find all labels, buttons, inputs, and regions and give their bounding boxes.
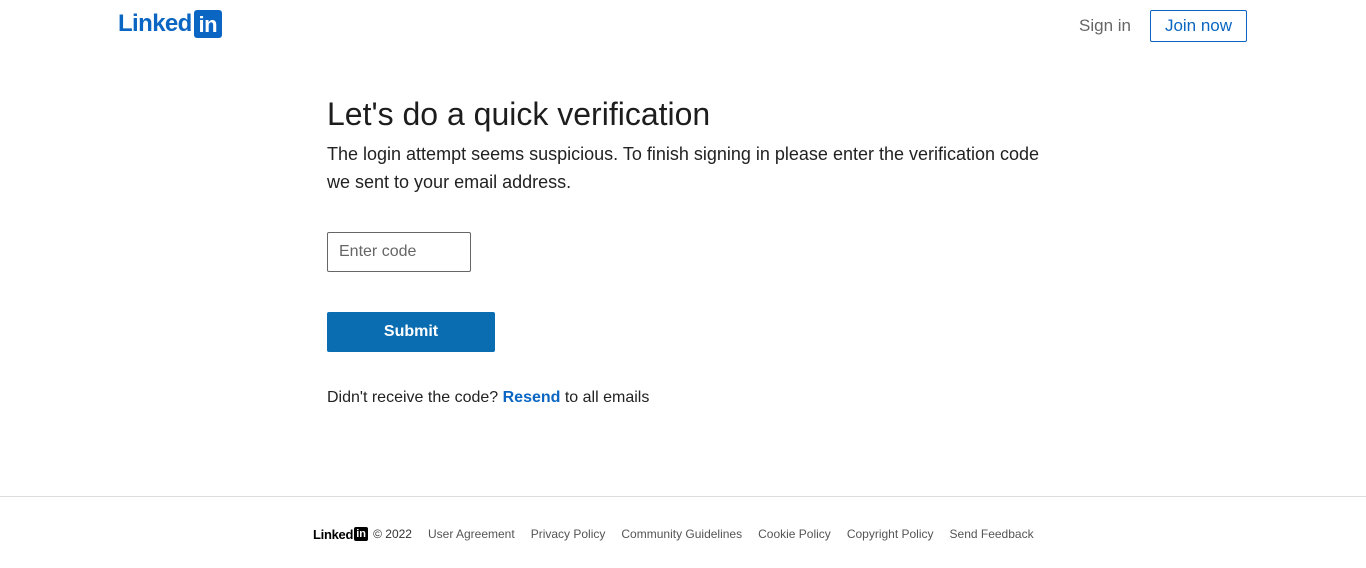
footer: Linked in © 2022 User Agreement Privacy … bbox=[313, 524, 1034, 544]
verification-page: Linked in Sign in Join now Let's do a qu… bbox=[0, 0, 1366, 568]
footer-logo-wordmark: Linked bbox=[313, 526, 354, 542]
join-now-button[interactable]: Join now bbox=[1150, 10, 1247, 42]
footer-link-privacy-policy[interactable]: Privacy Policy bbox=[531, 527, 606, 541]
logo-wordmark: Linked bbox=[118, 10, 192, 37]
footer-link-send-feedback[interactable]: Send Feedback bbox=[950, 527, 1034, 541]
footer-divider bbox=[0, 496, 1366, 497]
verification-code-input[interactable] bbox=[327, 232, 471, 272]
submit-button[interactable]: Submit bbox=[327, 312, 495, 352]
linkedin-logo[interactable]: Linked in bbox=[118, 10, 222, 38]
footer-link-copyright-policy[interactable]: Copyright Policy bbox=[847, 527, 934, 541]
resend-prefix: Didn't receive the code? bbox=[327, 389, 499, 406]
footer-link-user-agreement[interactable]: User Agreement bbox=[428, 527, 515, 541]
logo-in-box: in bbox=[193, 10, 222, 38]
verification-description: The login attempt seems suspicious. To f… bbox=[327, 144, 1040, 192]
footer-copyright: © 2022 bbox=[373, 527, 412, 541]
page-title: Let's do a quick verification bbox=[327, 96, 711, 132]
footer-link-community-guidelines[interactable]: Community Guidelines bbox=[621, 527, 742, 541]
verification-content: Let's do a quick verification The login … bbox=[327, 94, 1057, 196]
resend-link[interactable]: Resend bbox=[503, 389, 561, 406]
footer-link-cookie-policy[interactable]: Cookie Policy bbox=[758, 527, 831, 541]
footer-linkedin-logo: Linked in bbox=[313, 526, 369, 542]
resend-message: Didn't receive the code? Resend to all e… bbox=[327, 388, 649, 408]
resend-suffix: to all emails bbox=[564, 389, 650, 406]
sign-in-link[interactable]: Sign in bbox=[1068, 10, 1142, 42]
footer-logo-in-box: in bbox=[354, 527, 369, 541]
